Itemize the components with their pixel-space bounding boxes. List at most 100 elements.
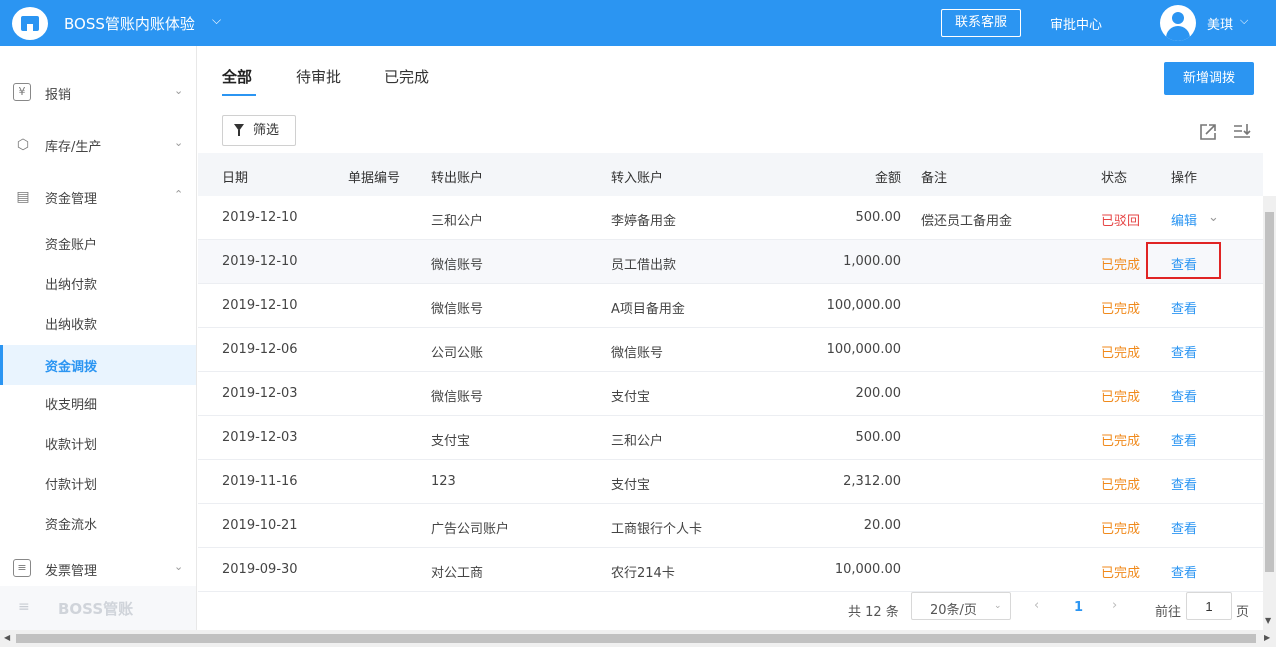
scrollbar-thumb[interactable]: [16, 634, 1256, 643]
cell-date: 2019-11-16: [222, 474, 298, 489]
view-link[interactable]: 查看: [1171, 518, 1197, 537]
cell-date: 2019-12-06: [222, 342, 298, 357]
active-tab-indicator: [222, 94, 256, 96]
chevron-down-icon[interactable]: ⌵: [212, 13, 221, 28]
view-link[interactable]: 查看: [1171, 386, 1197, 405]
sidebar-item-fund-transfer[interactable]: 资金调拨: [0, 345, 196, 385]
status-badge: 已完成: [1101, 478, 1141, 493]
page-size-select[interactable]: 20条/页 ⌄: [911, 592, 1011, 620]
highlight-box: [1146, 242, 1221, 279]
cell-out-account: 对公工商: [431, 566, 484, 581]
cell-out-account: 支付宝: [431, 434, 471, 449]
cell-date: 2019-12-10: [222, 298, 298, 313]
sidebar-item-funds[interactable]: ▤ 资金管理 ⌃: [0, 177, 196, 217]
vertical-scrollbar[interactable]: ▼: [1263, 196, 1276, 630]
tab-pending[interactable]: 待审批: [296, 66, 341, 87]
chevron-down-icon: ⌄: [174, 84, 184, 97]
cell-out-account: 公司公账: [431, 346, 484, 361]
tab-completed[interactable]: 已完成: [384, 66, 429, 87]
table-row: 2019-12-06 公司公账 微信账号 100,000.00 已完成 查看: [198, 328, 1263, 372]
chevron-down-icon: ⌄: [174, 136, 184, 149]
edit-link[interactable]: 编辑: [1171, 210, 1197, 229]
scroll-down-icon[interactable]: ▼: [1265, 616, 1271, 625]
table-row: 2019-12-03 微信账号 支付宝 200.00 已完成 查看: [198, 372, 1263, 416]
approval-center-link[interactable]: 审批中心: [1050, 14, 1102, 33]
page-size-value: 20条/页: [930, 603, 977, 618]
sidebar-item-label: 出纳收款: [45, 318, 98, 333]
user-avatar-icon[interactable]: [1160, 5, 1196, 41]
cell-amount: 500.00: [855, 210, 902, 225]
cell-date: 2019-10-21: [222, 518, 298, 533]
sidebar-item-label: 报销: [45, 88, 72, 103]
collapse-menu-icon[interactable]: ≡: [18, 599, 34, 615]
sidebar-item-reimburse[interactable]: ¥ 报销 ⌄: [0, 73, 196, 113]
new-transfer-button[interactable]: 新增调拨: [1164, 62, 1254, 95]
sort-icon[interactable]: [1232, 122, 1252, 142]
sidebar-item-cashier-receipt[interactable]: 出纳收款: [0, 303, 196, 343]
sidebar-item-label: 资金调拨: [45, 360, 98, 375]
chevron-up-icon: ⌃: [174, 188, 184, 201]
col-note: 备注: [921, 171, 948, 186]
sidebar-item-payment-plan[interactable]: 付款计划: [0, 463, 196, 503]
sidebar-item-fund-accounts[interactable]: 资金账户: [0, 223, 196, 263]
sidebar-item-label: 资金流水: [45, 518, 98, 533]
cell-out-account: 微信账号: [431, 302, 484, 317]
horizontal-scrollbar[interactable]: ◀ ▶: [0, 630, 1276, 647]
scroll-left-icon[interactable]: ◀: [4, 633, 10, 642]
sidebar-item-label: 出纳付款: [45, 278, 98, 293]
cell-out-account: 123: [431, 474, 456, 489]
cell-date: 2019-09-30: [222, 562, 298, 577]
sidebar-item-invoice[interactable]: ≡ 发票管理 ⌄: [0, 549, 196, 589]
app-title[interactable]: BOSS管账内账体验: [64, 13, 195, 34]
next-page-icon[interactable]: ›: [1112, 598, 1117, 613]
goto-page-input[interactable]: [1186, 592, 1232, 620]
view-link[interactable]: 查看: [1171, 298, 1197, 317]
col-in-account: 转入账户: [611, 171, 664, 186]
sidebar-item-label: 资金管理: [45, 192, 98, 207]
sidebar-item-inventory[interactable]: ⬡ 库存/生产 ⌄: [0, 125, 196, 165]
sidebar-item-cashier-payment[interactable]: 出纳付款: [0, 263, 196, 303]
scroll-right-icon[interactable]: ▶: [1264, 633, 1270, 642]
cell-in-account: 工商银行个人卡: [611, 522, 703, 537]
cell-date: 2019-12-10: [222, 210, 298, 225]
cell-date: 2019-12-10: [222, 254, 298, 269]
table-row: 2019-12-03 支付宝 三和公户 500.00 已完成 查看: [198, 416, 1263, 460]
chevron-down-icon: ⌄: [174, 560, 184, 573]
filter-icon: [234, 124, 244, 136]
view-link[interactable]: 查看: [1171, 342, 1197, 361]
cell-out-account: 三和公户: [431, 214, 484, 229]
cell-amount: 500.00: [855, 430, 902, 445]
cell-in-account: 微信账号: [611, 346, 664, 361]
table-row: 2019-11-16 123 支付宝 2,312.00 已完成 查看: [198, 460, 1263, 504]
tab-all[interactable]: 全部: [222, 66, 252, 87]
cell-amount: 2,312.00: [843, 474, 901, 489]
total-count: 共 12 条: [848, 605, 899, 620]
sidebar-item-label: 库存/生产: [45, 140, 102, 155]
view-link[interactable]: 查看: [1171, 562, 1197, 581]
sidebar-item-receipt-plan[interactable]: 收款计划: [0, 423, 196, 463]
chevron-down-icon[interactable]: ⌄: [1208, 210, 1219, 225]
view-link[interactable]: 查看: [1171, 430, 1197, 449]
user-name[interactable]: 美琪: [1207, 14, 1233, 33]
col-doc-no: 单据编号: [348, 171, 401, 186]
scrollbar-thumb[interactable]: [1265, 212, 1274, 572]
sidebar-item-fund-flow[interactable]: 资金流水: [0, 503, 196, 543]
export-icon[interactable]: [1198, 122, 1218, 142]
current-page-number[interactable]: 1: [1074, 600, 1083, 615]
store-logo-icon[interactable]: [12, 7, 48, 40]
cube-icon: ⬡: [16, 137, 30, 153]
page-suffix: 页: [1236, 605, 1250, 620]
sidebar-item-income-expense[interactable]: 收支明细: [0, 383, 196, 423]
contact-support-button[interactable]: 联系客服: [941, 9, 1021, 37]
prev-page-icon[interactable]: ‹: [1034, 598, 1039, 613]
view-link[interactable]: 查看: [1171, 474, 1197, 493]
chevron-down-icon[interactable]: ⌵: [1240, 14, 1248, 28]
status-badge: 已完成: [1101, 434, 1141, 449]
cell-out-account: 广告公司账户: [431, 522, 510, 537]
sidebar-item-label: 付款计划: [45, 478, 98, 493]
yuan-icon: ¥: [13, 83, 31, 101]
cell-date: 2019-12-03: [222, 386, 298, 401]
filter-button[interactable]: 筛选: [222, 115, 296, 146]
filter-label: 筛选: [253, 123, 280, 138]
col-action: 操作: [1171, 171, 1198, 186]
